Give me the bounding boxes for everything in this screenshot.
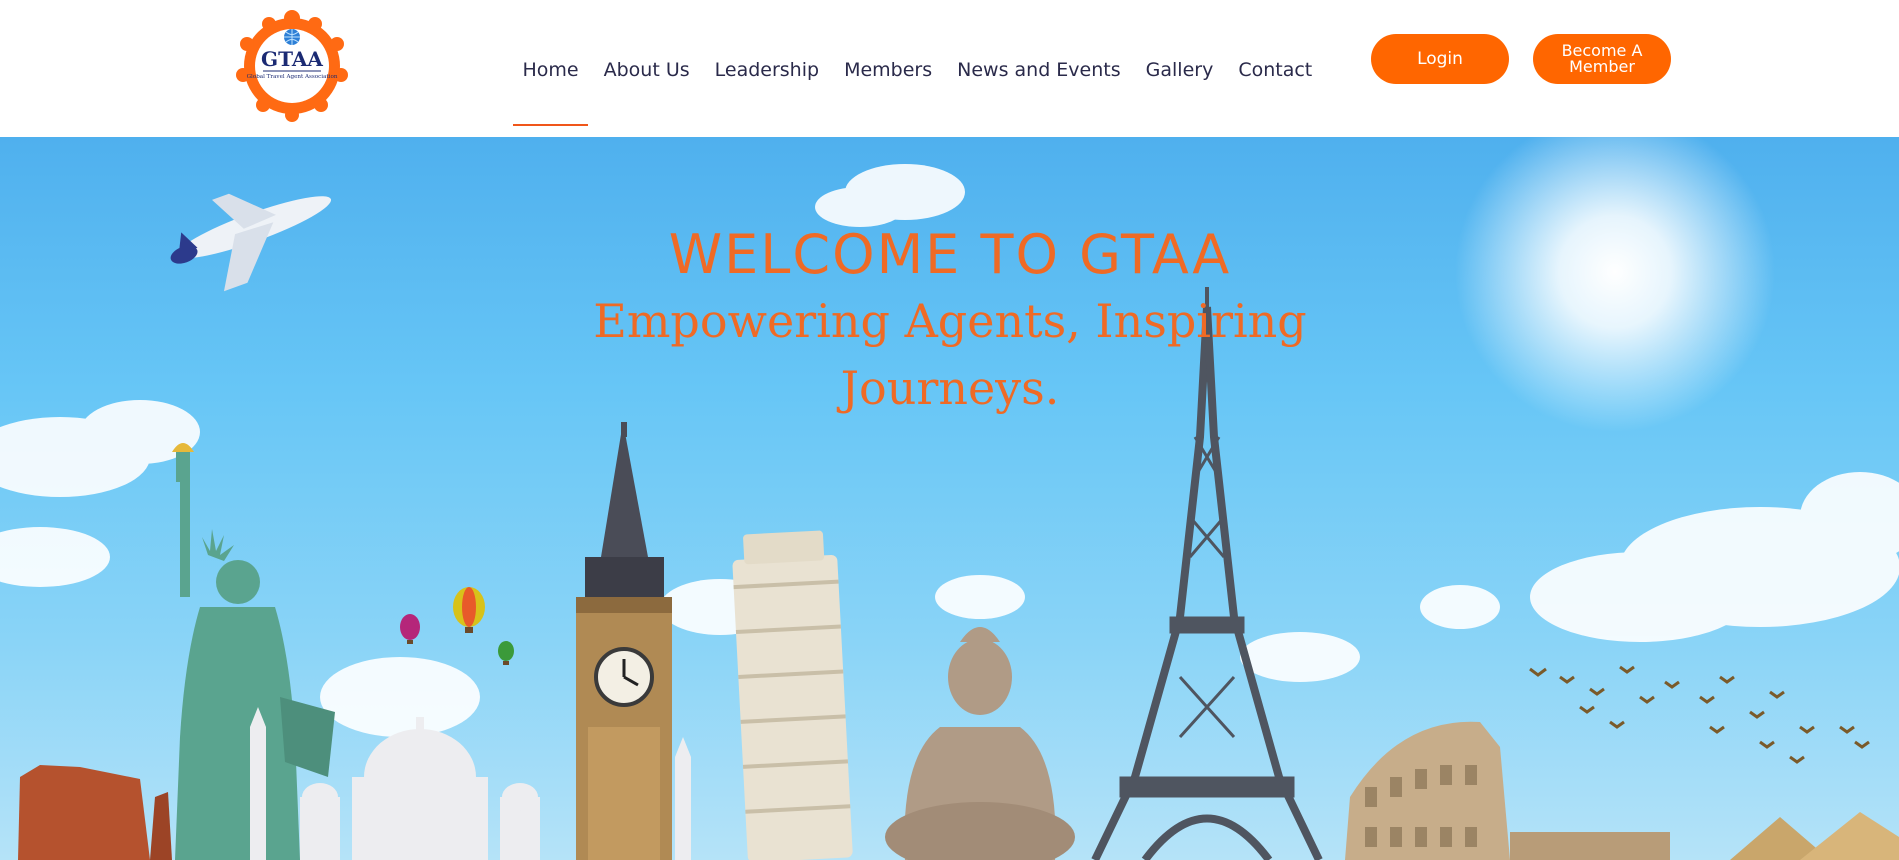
buddha-statue	[885, 627, 1075, 860]
svg-text:Global Travel Agent Associatio: Global Travel Agent Association	[247, 74, 338, 80]
sun	[1455, 137, 1775, 432]
nav-members[interactable]: Members	[832, 59, 945, 81]
gtaa-logo[interactable]: GTAA Global Travel Agent Association	[233, 10, 351, 122]
big-ben	[576, 422, 672, 860]
hero-text: WELCOME TO GTAA Empowering Agents, Inspi…	[570, 222, 1330, 422]
login-button[interactable]: Login	[1371, 34, 1509, 84]
nav-news-and-events[interactable]: News and Events	[945, 59, 1134, 81]
hero-title: WELCOME TO GTAA	[668, 223, 1232, 286]
hot-air-balloons	[400, 587, 514, 665]
leaning-tower-of-pisa	[732, 530, 853, 860]
nav-about-us[interactable]: About Us	[591, 59, 702, 81]
birds	[1529, 665, 1870, 764]
nav-contact[interactable]: Contact	[1226, 59, 1325, 81]
hero-subtitle: Empowering Agents, Inspiring Journeys.	[593, 294, 1307, 415]
nav-gallery[interactable]: Gallery	[1133, 59, 1226, 81]
main-nav: Home About Us Leadership Members News an…	[510, 50, 1325, 126]
colosseum	[1345, 721, 1670, 860]
site-header: GTAA Global Travel Agent Association Hom…	[0, 0, 1899, 137]
logo-name: GTAA	[261, 47, 323, 71]
red-rock	[18, 765, 150, 860]
logo-tagline: Global Travel Agent Association	[247, 74, 338, 80]
nav-leadership[interactable]: Leadership	[702, 59, 831, 81]
airplane	[170, 193, 332, 292]
hero-banner: WELCOME TO GTAA Empowering Agents, Inspi…	[0, 137, 1899, 860]
become-a-member-button[interactable]: Become A Member	[1533, 34, 1671, 84]
pyramids	[1730, 812, 1899, 860]
nav-home[interactable]: Home	[510, 59, 591, 126]
